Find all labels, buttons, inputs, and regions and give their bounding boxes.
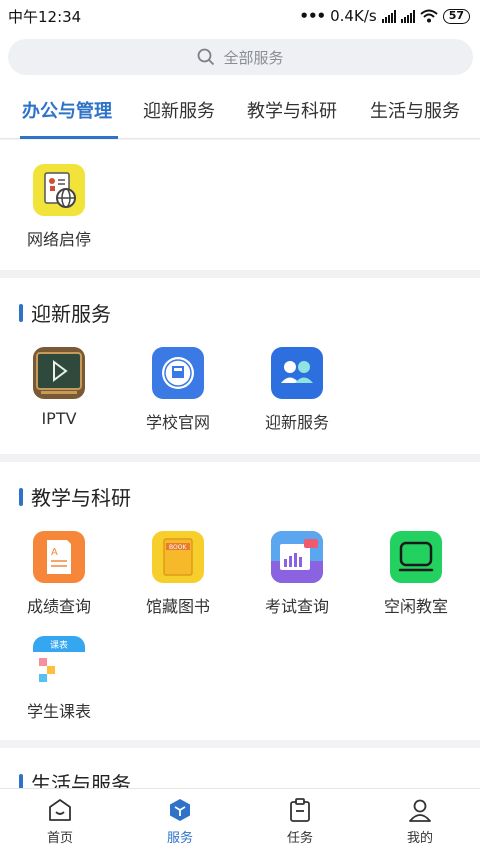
- nav-label: 首页: [46, 831, 73, 846]
- office-section: 网络启停: [0, 140, 480, 270]
- search-input[interactable]: 全部服务: [8, 39, 473, 75]
- service-icon: [170, 799, 190, 821]
- service-label: 成绩查询: [26, 597, 91, 616]
- teaching-section: 教学与科研 A 成绩查询 BOOK 馆藏图书 考试查询 空闲教室 课表 学生课表: [0, 462, 480, 740]
- school-website-icon: [152, 347, 204, 399]
- nav-home[interactable]: 首页: [0, 797, 120, 846]
- service-label: 迎新服务: [264, 413, 329, 432]
- section-title: 教学与科研: [19, 482, 131, 511]
- home-icon: [49, 799, 71, 821]
- library-book-icon: BOOK: [152, 531, 204, 583]
- nav-label: 任务: [286, 831, 313, 846]
- search-area: 全部服务: [0, 32, 480, 84]
- service-school-website[interactable]: 学校官网: [123, 347, 233, 433]
- nav-profile[interactable]: 我的: [360, 797, 480, 846]
- nav-task[interactable]: 任务: [240, 797, 360, 846]
- service-exam-query[interactable]: 考试查询: [242, 531, 352, 617]
- category-tabs: 办公与管理 迎新服务 教学与科研 生活与服务: [0, 84, 480, 139]
- section-title-text: 教学与科研: [31, 486, 131, 510]
- tab-office[interactable]: 办公与管理: [22, 84, 112, 139]
- tab-life[interactable]: 生活与服务: [370, 84, 460, 139]
- section-marker: [19, 303, 23, 322]
- tab-teaching[interactable]: 教学与科研: [247, 84, 337, 139]
- network-toggle-icon: [33, 164, 85, 216]
- search-placeholder: 全部服务: [223, 48, 284, 67]
- status-indicators: ••• 0.4K/s 57: [299, 7, 470, 25]
- life-section: 生活与服务: [0, 748, 480, 796]
- service-welcome[interactable]: 迎新服务: [242, 347, 352, 433]
- service-free-classroom[interactable]: 空闲教室: [361, 531, 471, 617]
- more-dots-icon: •••: [299, 7, 326, 25]
- service-label: 学生课表: [26, 702, 91, 721]
- svg-text:A: A: [51, 547, 58, 558]
- wifi-icon: [420, 9, 438, 23]
- service-grade-query[interactable]: A 成绩查询: [4, 531, 114, 617]
- signal-icon: [381, 9, 396, 23]
- service-timetable[interactable]: 课表 学生课表: [4, 636, 114, 722]
- nav-label: 我的: [406, 831, 433, 846]
- service-label: 学校官网: [145, 413, 210, 432]
- timetable-icon: 课表: [33, 636, 85, 688]
- search-icon: [198, 48, 215, 66]
- active-tab-indicator: [20, 136, 118, 139]
- exam-query-icon: [271, 531, 323, 583]
- nav-service[interactable]: 服务: [120, 797, 240, 846]
- section-title-text: 迎新服务: [31, 302, 111, 326]
- service-label: 考试查询: [264, 597, 329, 616]
- timetable-badge-text: 课表: [50, 639, 68, 651]
- welcome-service-icon: [271, 347, 323, 399]
- service-library-book[interactable]: BOOK 馆藏图书: [123, 531, 233, 617]
- service-label: IPTV: [41, 409, 77, 428]
- service-network-toggle[interactable]: 网络启停: [4, 164, 114, 250]
- nav-label: 服务: [166, 831, 193, 846]
- grade-query-icon: A: [33, 531, 85, 583]
- section-title: 迎新服务: [19, 298, 111, 327]
- status-bar: 中午12:34 ••• 0.4K/s 57: [0, 0, 480, 32]
- service-label: 网络启停: [26, 230, 91, 249]
- section-marker: [19, 487, 23, 506]
- net-speed: 0.4K/s: [330, 7, 377, 25]
- task-icon: [290, 798, 310, 822]
- profile-icon: [409, 799, 431, 822]
- service-label: 馆藏图书: [145, 597, 210, 616]
- service-label: 空闲教室: [383, 597, 448, 616]
- bottom-navigation: 首页 服务 任务 我的: [0, 788, 480, 853]
- tab-welcome[interactable]: 迎新服务: [143, 84, 215, 139]
- welcome-section: 迎新服务 IPTV 学校官网 迎新服务: [0, 278, 480, 454]
- status-time: 中午12:34: [8, 7, 82, 26]
- battery-icon: 57: [442, 8, 470, 24]
- service-iptv[interactable]: IPTV: [4, 347, 114, 428]
- iptv-play-icon: [33, 347, 85, 399]
- signal-icon: [400, 9, 415, 23]
- free-classroom-icon: [390, 531, 442, 583]
- book-badge-text: BOOK: [169, 544, 187, 551]
